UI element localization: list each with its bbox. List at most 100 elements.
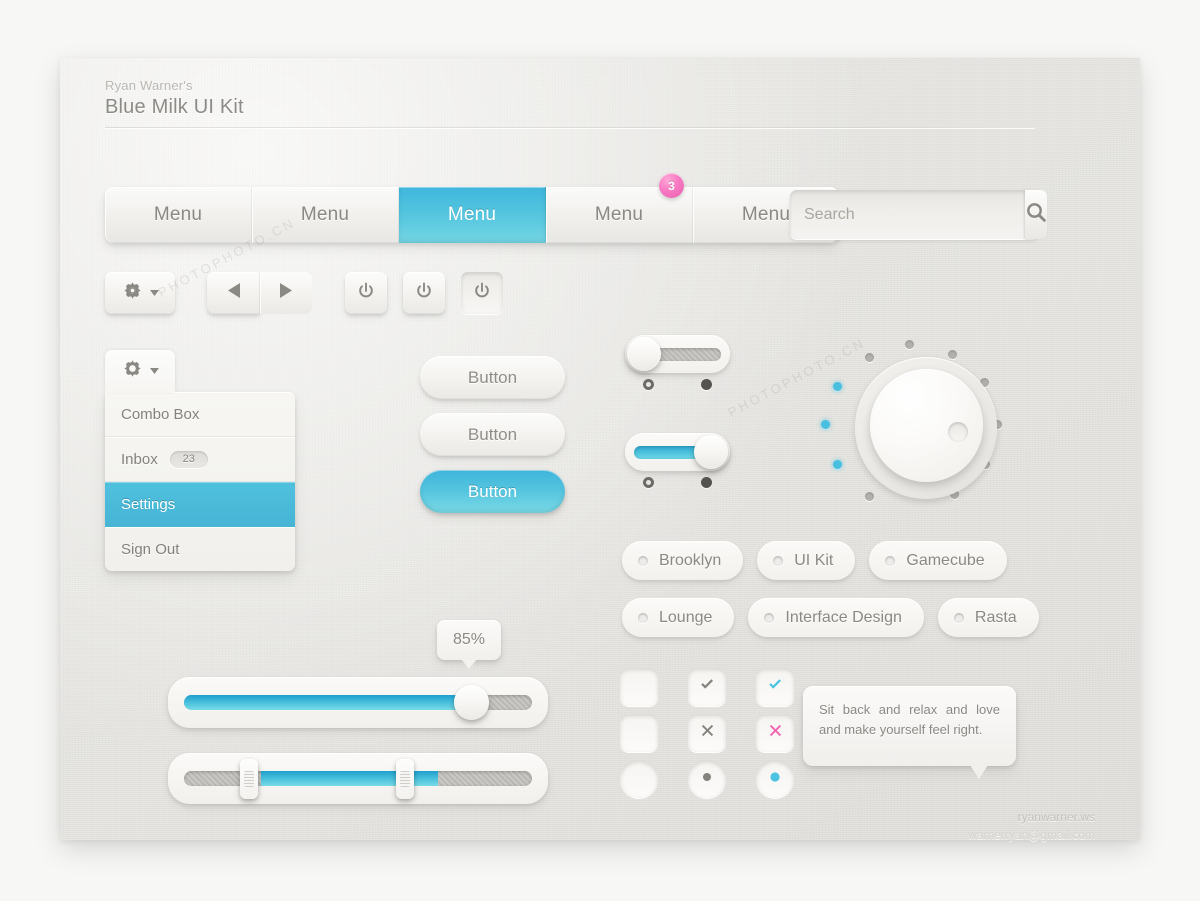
check-icon: [766, 675, 785, 699]
combo-option-label: Sign Out: [121, 540, 180, 558]
nav-prev-button[interactable]: [207, 272, 260, 314]
nav-next-button[interactable]: [260, 272, 312, 314]
slider[interactable]: [168, 677, 548, 728]
tag-label: Gamecube: [906, 551, 985, 569]
toggle-knob[interactable]: [627, 337, 661, 371]
combo-option-sign-out[interactable]: Sign Out: [105, 527, 295, 571]
dial-cap[interactable]: [870, 369, 983, 482]
header-eyebrow: Ryan Warner's: [105, 78, 193, 93]
slider-handle[interactable]: [454, 685, 489, 720]
toggle-switch-off[interactable]: [625, 335, 730, 373]
navigation-segment: [207, 272, 312, 314]
checkbox-cross-pink[interactable]: [756, 714, 794, 752]
tag-gamecube[interactable]: Gamecube: [869, 541, 1007, 580]
close-icon: [767, 722, 784, 744]
triangle-left-icon: [227, 283, 240, 303]
search-bar: [790, 190, 1047, 239]
combo-box: Combo Box Inbox 23 Settings Sign Out: [105, 350, 295, 571]
search-button[interactable]: [1025, 190, 1047, 239]
tag-label: Rasta: [974, 608, 1017, 626]
power-button-3-pressed[interactable]: [461, 272, 503, 314]
tag-interface-design[interactable]: Interface Design: [748, 598, 924, 637]
dial-dot-lit-icon: [833, 460, 842, 469]
page-header: Ryan Warner's Blue Milk UI Kit: [105, 78, 244, 119]
menu-item-4[interactable]: Menu 3: [546, 173, 693, 243]
tag-ui-kit[interactable]: UI Kit: [757, 541, 856, 580]
button-default-2[interactable]: Button: [420, 413, 565, 456]
menu-item-label: Menu: [300, 204, 350, 225]
menu-item-3-active[interactable]: Menu: [399, 187, 546, 243]
range-slider-track: [184, 771, 532, 786]
combo-option-settings[interactable]: Settings: [105, 482, 295, 527]
checkbox-unchecked-2[interactable]: [620, 714, 658, 752]
dial-dot-icon: [865, 353, 874, 362]
toggle-dot-off-icon: [643, 477, 654, 488]
tag-rasta[interactable]: Rasta: [937, 598, 1039, 637]
search-input[interactable]: [790, 190, 1025, 239]
combo-box-trigger[interactable]: [105, 350, 175, 392]
radio-dot-icon: [769, 770, 781, 788]
checkbox-unchecked-1[interactable]: [620, 668, 658, 706]
menu-item-1[interactable]: Menu: [105, 187, 252, 243]
menu-bar: Menu Menu Menu Menu 3 Menu: [105, 173, 839, 243]
tag-radio-icon: [953, 612, 964, 623]
tag-lounge[interactable]: Lounge: [622, 598, 735, 637]
button-default-1[interactable]: Button: [420, 356, 565, 399]
combo-option-label: Settings: [121, 495, 176, 513]
checkbox-checked-gray[interactable]: [688, 668, 726, 706]
search-icon: [1025, 201, 1047, 228]
radio-dot-icon: [701, 770, 713, 788]
menu-item-label: Menu: [447, 204, 497, 225]
dial-dot-lit-icon: [821, 420, 830, 429]
toggle-dot-off-icon: [643, 379, 654, 390]
page-title: Blue Milk UI Kit: [105, 96, 244, 118]
menu-item-label: Menu: [594, 204, 644, 225]
chevron-down-icon: [149, 284, 159, 302]
speech-bubble-text: Sit back and relax and love and make you…: [819, 702, 1000, 738]
tag-label: Lounge: [659, 608, 713, 626]
toggle-knob[interactable]: [694, 435, 728, 469]
button-primary[interactable]: Button: [420, 470, 565, 513]
power-button-1[interactable]: [345, 272, 387, 314]
dial-dot-icon: [948, 350, 957, 359]
dial-dot-icon: [865, 492, 874, 501]
button-group: Button Button Button: [420, 356, 565, 513]
range-handle-end[interactable]: [396, 759, 414, 799]
combo-option-inbox[interactable]: Inbox 23: [105, 437, 295, 482]
tag-row-1: Brooklyn UI Kit Gamecube: [622, 541, 1007, 580]
radio-selected-blue[interactable]: [756, 760, 794, 798]
footer-website[interactable]: ryanwarner.ws: [968, 810, 1095, 824]
footer: ryanwarner.ws warnerryan@gmail.com: [968, 810, 1095, 842]
dial-position-marker: [948, 422, 968, 442]
toggle-indicator-dots-1: [625, 379, 730, 390]
tag-radio-icon: [638, 555, 648, 566]
range-slider[interactable]: [168, 753, 548, 804]
gear-icon: [122, 280, 143, 306]
radio-selected-gray[interactable]: [688, 760, 726, 798]
button-label: Button: [467, 367, 518, 387]
power-icon: [356, 281, 376, 306]
tag-row-2: Lounge Interface Design Rasta: [622, 598, 1039, 637]
footer-email[interactable]: warnerryan@gmail.com: [968, 828, 1095, 842]
toggle-switch-on[interactable]: [625, 433, 730, 471]
range-handle-start[interactable]: [240, 759, 258, 799]
power-button-2[interactable]: [403, 272, 445, 314]
chevron-down-icon: [149, 362, 159, 380]
menu-item-label: Menu: [741, 204, 791, 225]
combo-option-combo-box[interactable]: Combo Box: [105, 392, 295, 437]
tag-brooklyn[interactable]: Brooklyn: [622, 541, 744, 580]
checkbox-radio-grid: [620, 668, 808, 798]
slider-fill: [184, 695, 480, 710]
button-label: Button: [467, 424, 518, 444]
checkbox-checked-blue[interactable]: [756, 668, 794, 706]
checkbox-cross-gray[interactable]: [688, 714, 726, 752]
toggle-dot-on-icon: [701, 477, 712, 488]
rotary-knob[interactable]: [815, 340, 1015, 515]
menu-item-2[interactable]: Menu: [252, 187, 399, 243]
gear-dropdown-button[interactable]: [105, 272, 175, 314]
slider-value-label: 85%: [452, 631, 486, 648]
combo-box-list: Combo Box Inbox 23 Settings Sign Out: [105, 392, 295, 571]
gear-icon: [122, 358, 143, 384]
radio-unselected[interactable]: [620, 760, 658, 798]
tag-radio-icon: [773, 555, 784, 566]
